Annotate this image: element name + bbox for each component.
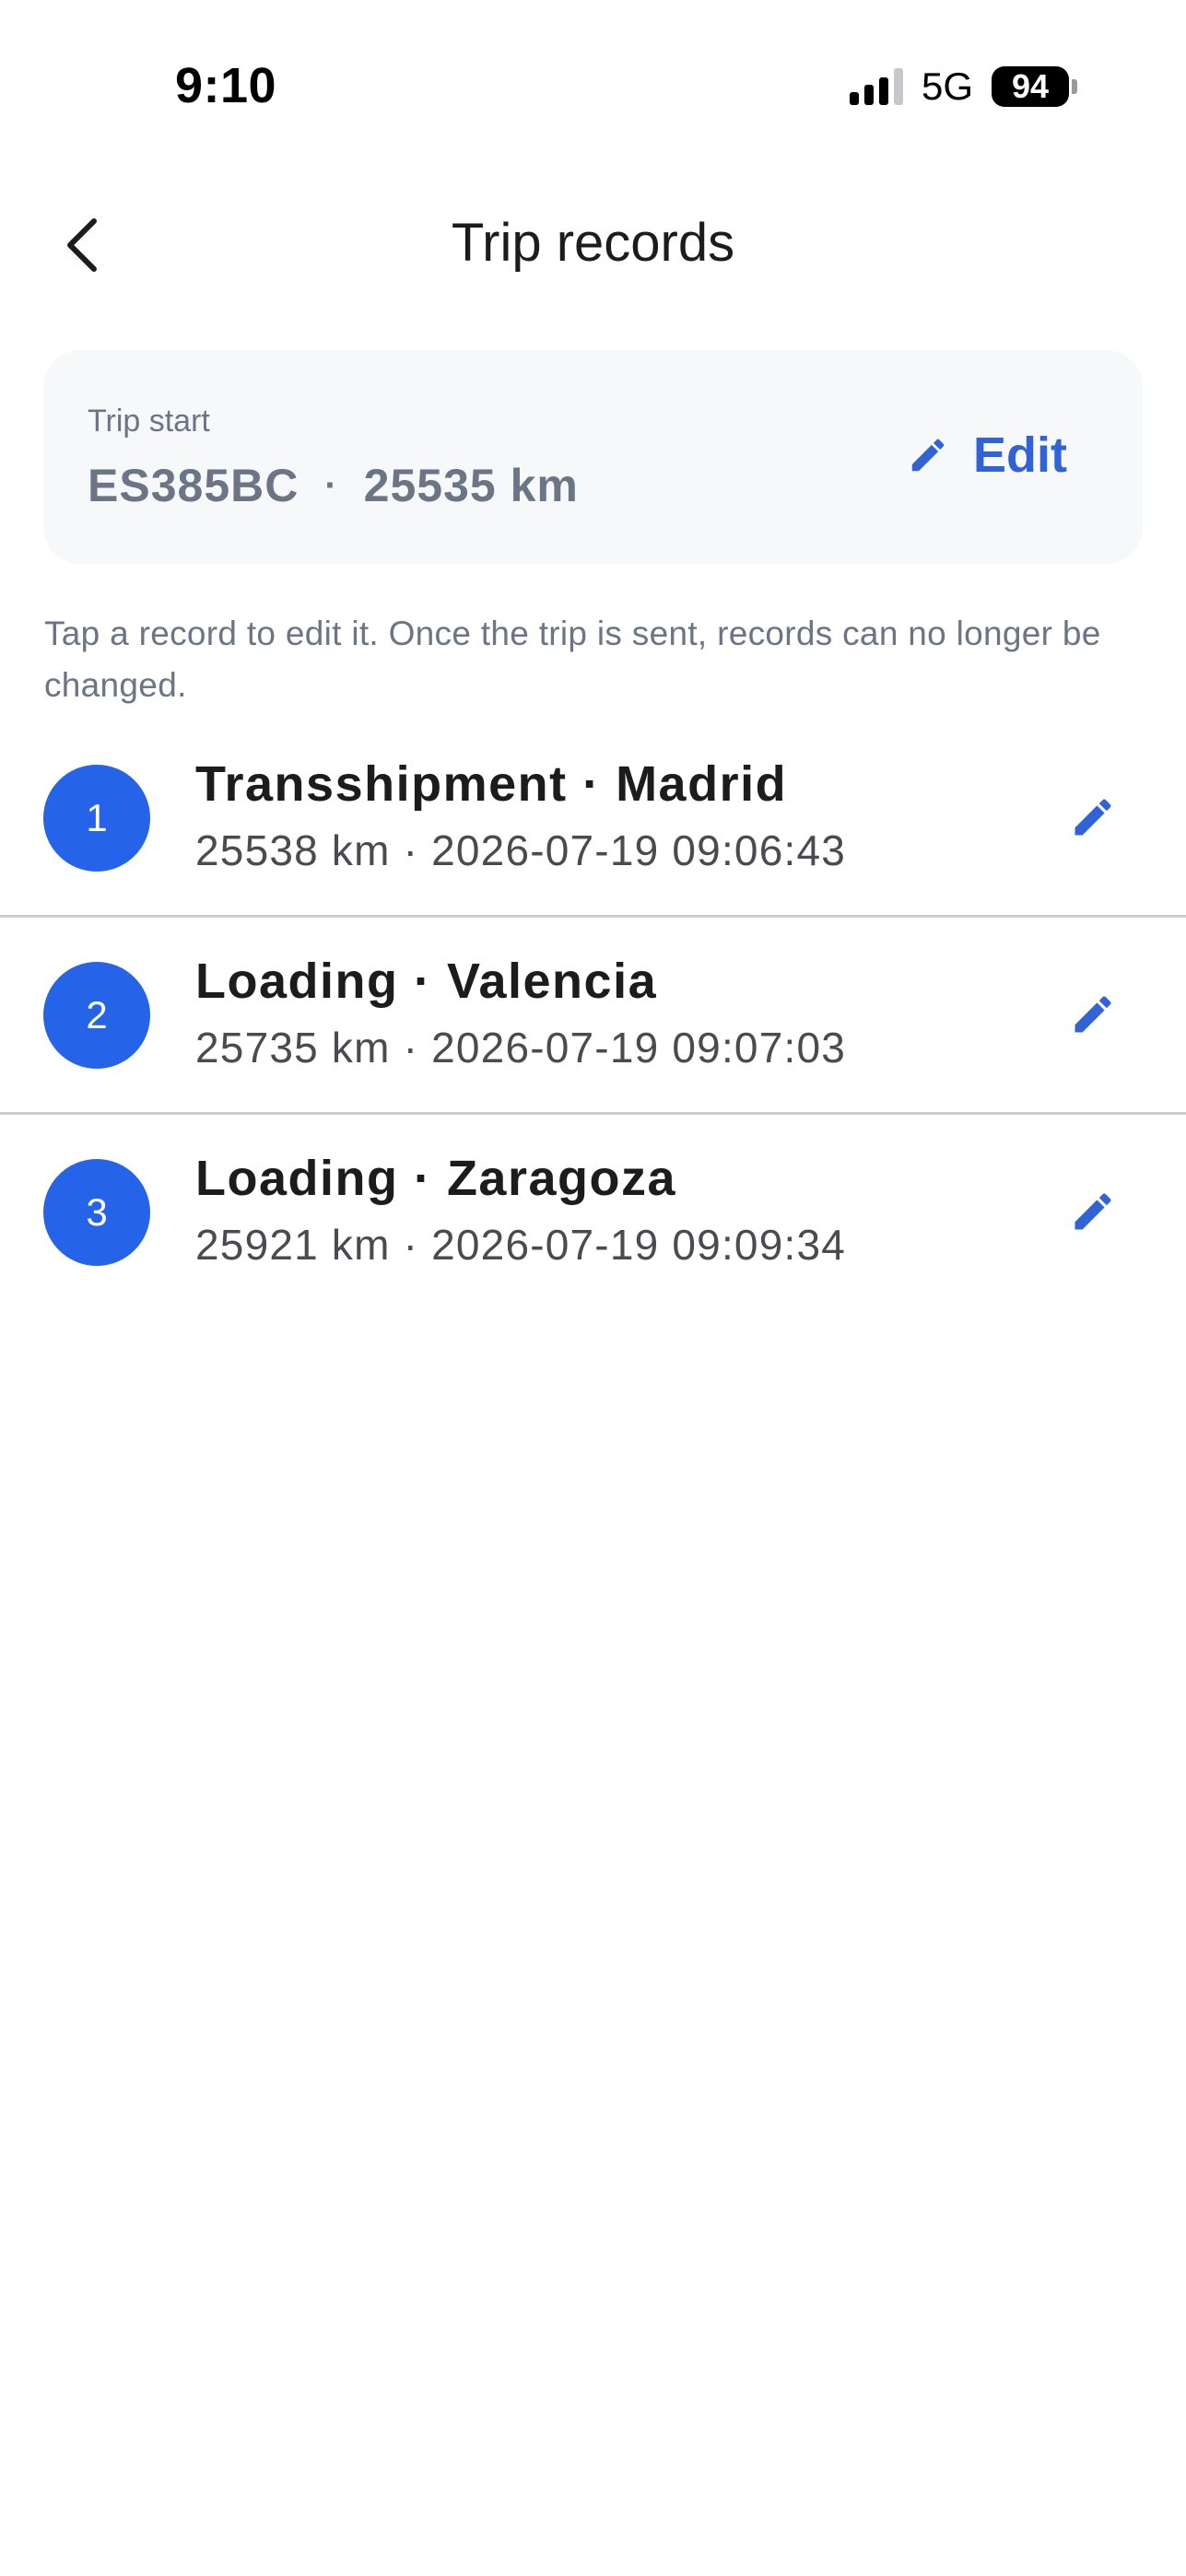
record-number-badge: 3	[43, 1159, 150, 1266]
network-type: 5G	[921, 64, 973, 108]
battery-level: 94	[992, 66, 1069, 107]
page-title: Trip records	[451, 213, 735, 273]
record-row[interactable]: 2 Loading · Valencia 25735 km · 2026-07-…	[0, 918, 1186, 1115]
vehicle-plate: ES385BC	[88, 460, 299, 511]
value-separator: ·	[324, 464, 338, 506]
nav-bar: Trip records	[0, 184, 1186, 304]
edit-record-button[interactable]	[1061, 785, 1125, 849]
record-title: Loading · Valencia	[195, 954, 658, 1009]
edit-record-button[interactable]	[1061, 1179, 1125, 1244]
edit-label: Edit	[973, 427, 1067, 483]
trip-start-value: ES385BC · 25535 km	[88, 459, 579, 512]
record-meta: 25921 km · 2026-07-19 09:09:34	[195, 1221, 847, 1269]
battery-icon: 94	[992, 66, 1077, 107]
record-meta: 25538 km · 2026-07-19 09:06:43	[195, 826, 847, 874]
pencil-icon	[911, 439, 945, 472]
status-time: 9:10	[175, 58, 277, 113]
trip-start-label: Trip start	[88, 404, 210, 439]
edit-record-button[interactable]	[1061, 982, 1125, 1047]
record-meta: 25735 km · 2026-07-19 09:07:03	[195, 1024, 847, 1071]
pencil-icon	[1074, 1193, 1111, 1230]
status-indicators: 5G 94	[849, 61, 1077, 112]
trip-start-card: Trip start ES385BC · 25535 km Edit	[43, 350, 1143, 564]
cellular-signal-icon	[849, 68, 903, 105]
record-row[interactable]: 3 Loading · Zaragoza 25921 km · 2026-07-…	[0, 1115, 1186, 1310]
pencil-icon	[1074, 996, 1111, 1033]
status-bar: 9:10 5G 94	[0, 0, 1186, 166]
record-number-badge: 1	[43, 765, 150, 872]
record-title: Transshipment · Madrid	[195, 756, 788, 812]
record-row[interactable]: 1 Transshipment · Madrid 25538 km · 2026…	[0, 720, 1186, 918]
edit-trip-start-button[interactable]: Edit	[907, 409, 1067, 501]
records-list: 1 Transshipment · Madrid 25538 km · 2026…	[0, 720, 1186, 1310]
pencil-icon	[1074, 799, 1111, 836]
record-number-badge: 2	[43, 962, 150, 1069]
start-odometer: 25535 km	[363, 460, 579, 511]
hint-text: Tap a record to edit it. Once the trip i…	[44, 615, 1101, 704]
record-title: Loading · Zaragoza	[195, 1151, 677, 1206]
